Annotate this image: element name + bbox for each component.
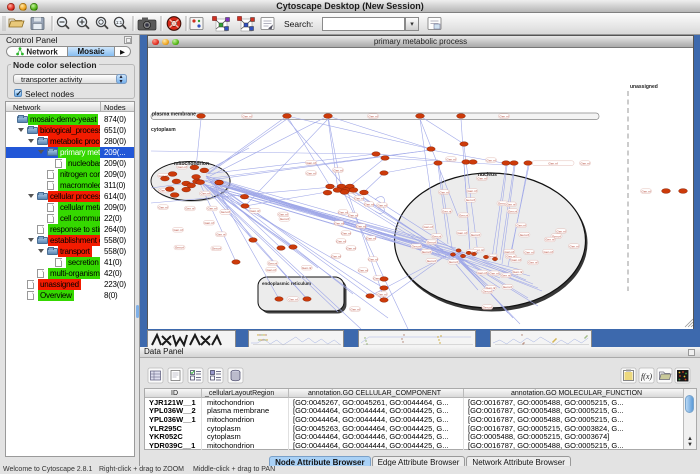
svg-text:Gen.nf: Gen.nf: [641, 189, 650, 193]
svg-text:Gen.nf: Gen.nf: [242, 114, 251, 118]
svg-text:Gen.nf: Gen.nf: [212, 247, 221, 251]
svg-text:f(x): f(x): [641, 372, 652, 381]
svg-text:Gen.nf: Gen.nf: [341, 231, 350, 235]
svg-text:Gen.nf: Gen.nf: [336, 239, 345, 243]
svg-text:Gen.nf: Gen.nf: [543, 250, 552, 254]
svg-text:Gen.nf: Gen.nf: [449, 260, 458, 264]
svg-text:Gen.nf: Gen.nf: [334, 221, 343, 225]
svg-text:Gen.nf: Gen.nf: [499, 114, 508, 118]
svg-text:Gen.nf: Gen.nf: [486, 158, 495, 162]
svg-text:Gen.nf: Gen.nf: [483, 289, 492, 293]
svg-text:Gen.nf: Gen.nf: [516, 224, 525, 228]
svg-text:Gen.nf: Gen.nf: [368, 114, 377, 118]
svg-text:Gen.nf: Gen.nf: [306, 161, 315, 165]
svg-text:Gen.nf: Gen.nf: [457, 231, 466, 235]
svg-text:Gen.nf: Gen.nf: [268, 261, 277, 265]
svg-text:Gen.nf: Gen.nf: [483, 305, 492, 309]
svg-text:Gen.nf: Gen.nf: [331, 254, 340, 258]
svg-text:Gen.nf: Gen.nf: [506, 203, 515, 207]
svg-text:Gen.nf: Gen.nf: [364, 202, 373, 206]
svg-text:Gen.nf: Gen.nf: [459, 213, 468, 217]
svg-text:Gen.nf: Gen.nf: [478, 271, 487, 275]
svg-text:Gen.nf: Gen.nf: [528, 261, 537, 265]
svg-text:Gen.nf: Gen.nf: [354, 196, 363, 200]
svg-text:Gen.nf: Gen.nf: [424, 225, 433, 229]
svg-text:plasma membrane: plasma membrane: [152, 112, 196, 118]
svg-text:Gen.nf: Gen.nf: [338, 210, 347, 214]
svg-text:Gen.nf: Gen.nf: [358, 268, 367, 272]
svg-text:Gen.nf: Gen.nf: [185, 207, 194, 211]
svg-text:Gen.nf: Gen.nf: [267, 268, 276, 272]
svg-text:Gen.nf: Gen.nf: [511, 258, 520, 262]
svg-text:Gen.nf: Gen.nf: [250, 209, 259, 213]
svg-text:Gen.nf: Gen.nf: [288, 297, 297, 301]
svg-text:nucleus: nucleus: [478, 172, 497, 178]
svg-text:Gen.nf: Gen.nf: [442, 209, 451, 213]
svg-text:cytoplasm: cytoplasm: [151, 127, 176, 133]
svg-text:Gen.nf: Gen.nf: [175, 246, 184, 250]
svg-text:mitochondrion: mitochondrion: [174, 161, 209, 167]
svg-text:Gen.nf: Gen.nf: [432, 234, 441, 238]
svg-text:Gen.nf: Gen.nf: [501, 274, 510, 278]
svg-text:Gen.nf: Gen.nf: [221, 210, 230, 214]
svg-text:Gen.nf: Gen.nf: [306, 171, 315, 175]
svg-text:Gen.nf: Gen.nf: [548, 161, 557, 165]
svg-text:Gen.nf: Gen.nf: [333, 168, 342, 172]
svg-text:Gen.nf: Gen.nf: [471, 233, 480, 237]
svg-text:Gen.nf: Gen.nf: [368, 257, 377, 261]
svg-text:Gen.nf: Gen.nf: [200, 192, 209, 196]
svg-text:Gen.nf: Gen.nf: [545, 238, 554, 242]
svg-text:Gen.nf: Gen.nf: [377, 203, 386, 207]
svg-text:Gen.nf: Gen.nf: [446, 157, 455, 161]
svg-text:Gen.nf: Gen.nf: [173, 228, 182, 232]
svg-text:Gen.nf: Gen.nf: [524, 250, 533, 254]
svg-text:Gen.nf: Gen.nf: [204, 221, 213, 225]
svg-text:Gen.nf: Gen.nf: [467, 189, 476, 193]
svg-text:endoplasmic reticulum: endoplasmic reticulum: [262, 281, 311, 286]
svg-text:Gen.nf: Gen.nf: [520, 233, 529, 237]
svg-text:1:1: 1:1: [116, 20, 123, 25]
svg-text:Gen.nf: Gen.nf: [513, 270, 522, 274]
svg-text:Gen.nf: Gen.nf: [350, 307, 359, 311]
svg-text:Gen.nf: Gen.nf: [427, 240, 436, 244]
svg-text:Gen.nf: Gen.nf: [216, 232, 225, 236]
svg-text:Gen.nf: Gen.nf: [466, 198, 475, 202]
svg-text:Gen.nf: Gen.nf: [556, 229, 565, 233]
svg-text:Gen.nf: Gen.nf: [422, 250, 431, 254]
svg-text:Gen.nf: Gen.nf: [302, 266, 311, 270]
svg-text:Gen.nf: Gen.nf: [439, 190, 448, 194]
svg-text:Gen.nf: Gen.nf: [377, 292, 386, 296]
svg-text:Gen.nf: Gen.nf: [580, 161, 589, 165]
svg-text:Gen.nf: Gen.nf: [508, 209, 517, 213]
svg-text:Gen.nf: Gen.nf: [412, 244, 421, 248]
svg-text:Gen.nf: Gen.nf: [280, 217, 289, 221]
svg-text:Gen.nf: Gen.nf: [427, 259, 436, 263]
svg-text:Gen.nf: Gen.nf: [158, 205, 167, 209]
svg-text:Gen.nf: Gen.nf: [505, 250, 514, 254]
svg-text:Gen.nf: Gen.nf: [207, 207, 216, 211]
svg-text:Gen.nf: Gen.nf: [366, 236, 375, 240]
svg-text:Gen.nf: Gen.nf: [346, 246, 355, 250]
svg-text:Gen.nf: Gen.nf: [569, 244, 578, 248]
svg-text:Gen.nf: Gen.nf: [278, 213, 287, 217]
svg-text:Gen.nf: Gen.nf: [356, 224, 365, 228]
svg-text:Gen.nf: Gen.nf: [489, 272, 498, 276]
svg-text:unassigned: unassigned: [630, 84, 658, 90]
svg-text:Gen.nf: Gen.nf: [348, 213, 357, 217]
svg-text:Gen.nf: Gen.nf: [503, 285, 512, 289]
